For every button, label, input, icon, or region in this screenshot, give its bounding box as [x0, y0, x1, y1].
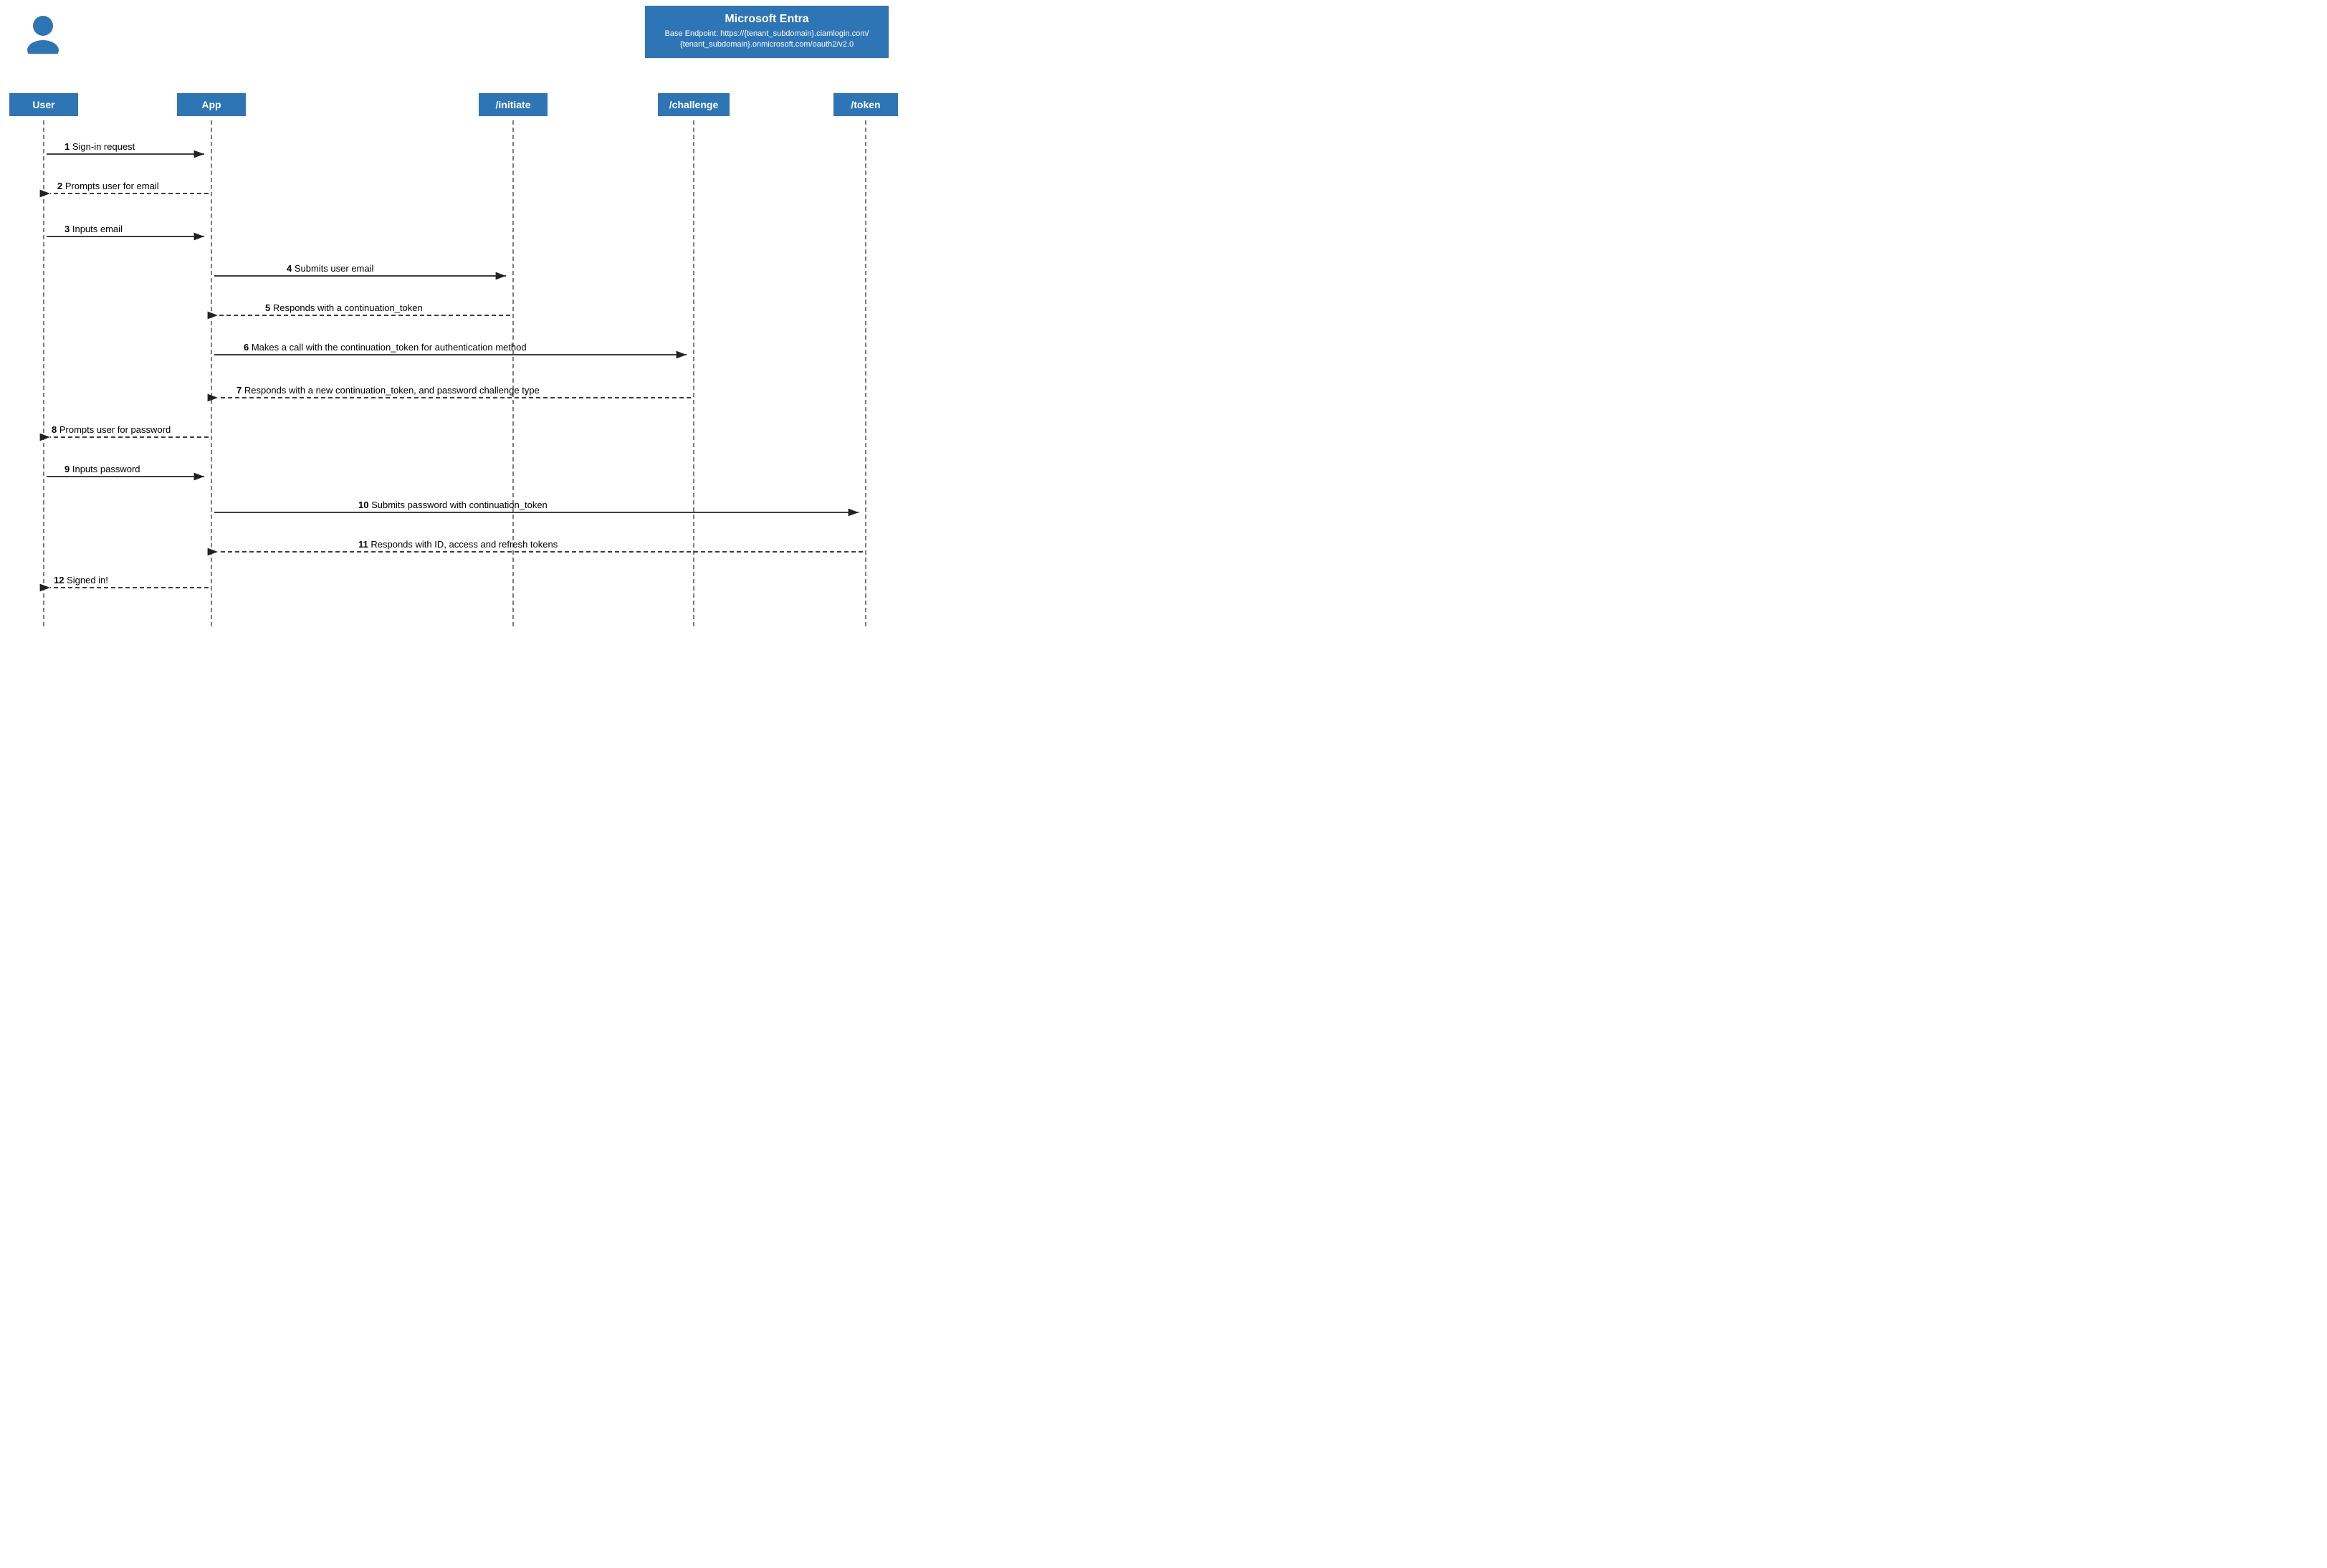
- user-icon: [21, 14, 64, 54]
- step-5-label: 5 Responds with a continuation_token: [265, 302, 423, 313]
- step-4-label: 4 Submits user email: [287, 263, 373, 274]
- step-7-label: 7 Responds with a new continuation_token…: [236, 385, 540, 396]
- step-9-label: 9 Inputs password: [64, 464, 140, 474]
- actor-initiate: /initiate: [479, 93, 548, 116]
- actor-app: App: [177, 93, 246, 116]
- arrows-svg: [0, 0, 932, 628]
- step-6-label: 6 Makes a call with the continuation_tok…: [244, 342, 527, 353]
- entra-box: Microsoft Entra Base Endpoint: https://{…: [645, 6, 889, 58]
- entra-subtitle: Base Endpoint: https://{tenant_subdomain…: [659, 29, 874, 51]
- sequence-diagram: Microsoft Entra Base Endpoint: https://{…: [0, 0, 932, 628]
- step-10-label: 10 Submits password with continuation_to…: [358, 499, 548, 510]
- step-12-label: 12 Signed in!: [54, 575, 108, 585]
- step-1-label: 1 Sign-in request: [64, 141, 135, 152]
- actor-challenge: /challenge: [658, 93, 730, 116]
- step-3-label: 3 Inputs email: [64, 224, 123, 234]
- actor-user: User: [9, 93, 78, 116]
- entra-title: Microsoft Entra: [659, 13, 874, 26]
- step-11-label: 11 Responds with ID, access and refresh …: [358, 539, 558, 550]
- step-8-label: 8 Prompts user for password: [52, 424, 171, 435]
- step-2-label: 2 Prompts user for email: [57, 181, 159, 191]
- actor-token: /token: [833, 93, 898, 116]
